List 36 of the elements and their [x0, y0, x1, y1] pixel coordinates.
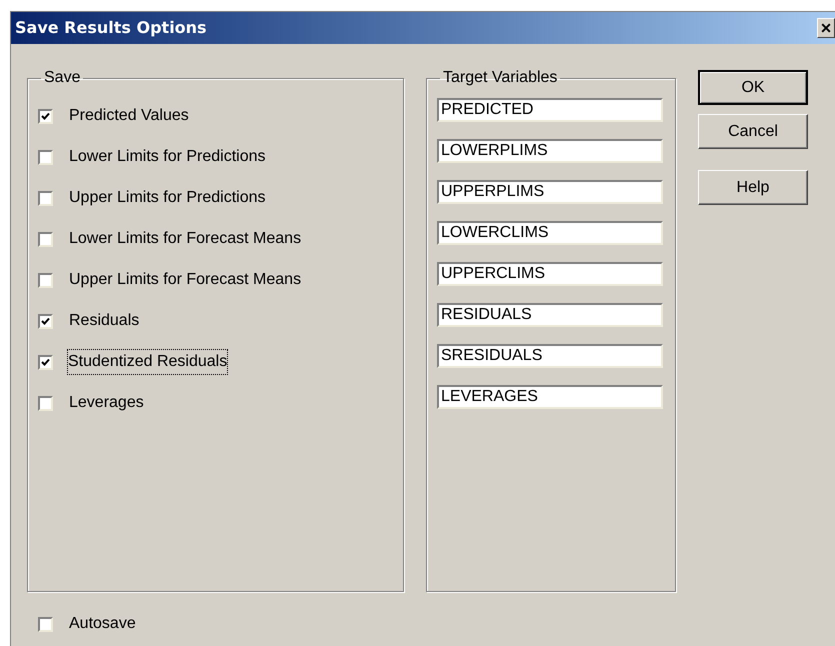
checkbox-label[interactable]: Studentized Residuals [68, 350, 228, 374]
checkmark-icon [41, 112, 50, 120]
checkbox[interactable] [38, 396, 53, 410]
checkbox-label[interactable]: Lower Limits for Predictions [69, 145, 266, 169]
checkbox[interactable] [38, 354, 53, 370]
checkbox-label[interactable]: Lower Limits for Forecast Means [69, 227, 302, 251]
dialog-button[interactable]: Cancel [698, 114, 808, 149]
variable-name-field[interactable]: LOWERCLIMS [437, 221, 663, 245]
checkbox[interactable] [38, 150, 53, 164]
variable-name-field[interactable]: UPPERCLIMS [437, 262, 663, 286]
checkbox-label[interactable]: Leverages [69, 391, 144, 415]
checkbox-label[interactable]: Upper Limits for Predictions [69, 186, 266, 210]
variable-name-field[interactable]: UPPERPLIMS [437, 180, 663, 204]
checkbox-label[interactable]: Predicted Values [69, 104, 189, 128]
checkbox-label[interactable]: Residuals [69, 309, 140, 333]
checkbox[interactable] [38, 190, 53, 206]
checkbox[interactable] [38, 108, 53, 124]
checkbox[interactable] [38, 616, 53, 632]
variable-name-field[interactable]: PREDICTED [437, 98, 663, 122]
checkbox-label[interactable]: Upper Limits for Forecast Means [69, 268, 302, 292]
dialog-button[interactable]: OK [698, 70, 808, 105]
checkmark-icon [41, 358, 50, 366]
variable-name-field[interactable]: LEVERAGES [437, 385, 663, 409]
dialog-button[interactable]: Help [698, 170, 808, 205]
group-label: Save [43, 68, 82, 88]
variable-name-field[interactable]: SRESIDUALS [437, 344, 663, 368]
checkbox-label[interactable]: Autosave [69, 612, 136, 636]
group-label: Target Variables [442, 68, 558, 88]
checkmark-icon [41, 316, 50, 326]
checkbox[interactable] [38, 232, 53, 246]
variable-name-field[interactable]: LOWERPLIMS [437, 139, 663, 163]
checkbox[interactable] [38, 314, 53, 328]
checkbox[interactable] [38, 272, 53, 288]
close-button[interactable]: × [817, 18, 835, 38]
window-title: Save Results Options [15, 17, 207, 39]
variable-name-field[interactable]: RESIDUALS [437, 303, 663, 327]
